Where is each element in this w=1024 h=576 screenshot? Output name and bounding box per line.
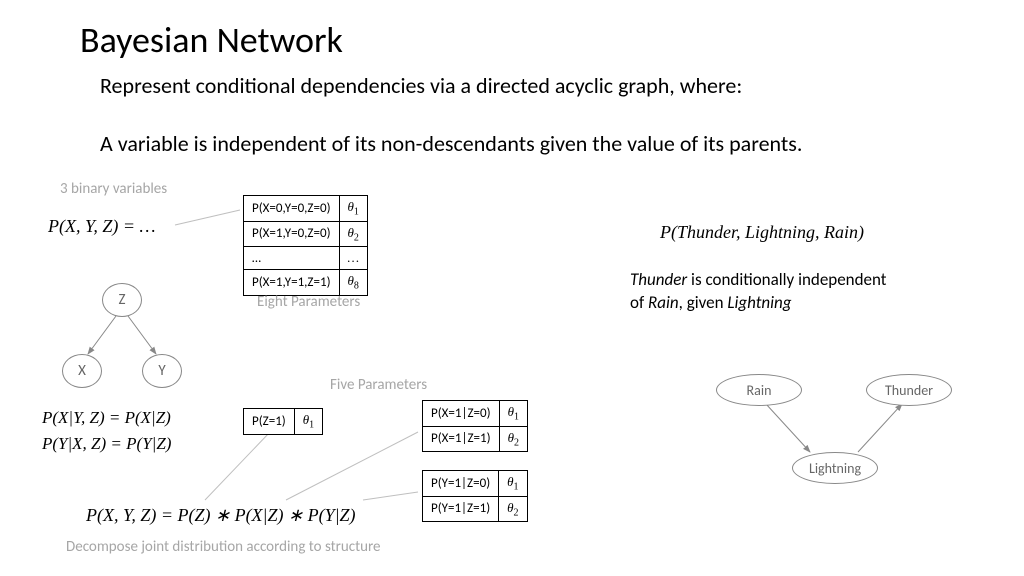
joint-theta: θ8 [339, 270, 368, 296]
word-thunder: Thunder [630, 269, 687, 290]
word-lightning: Lightning [727, 292, 791, 313]
formula-factorization: P(X, Y, Z) = P(Z) ∗ P(X|Z) ∗ P(Y|Z) [86, 505, 356, 526]
table-cpt-y: P(Y=1|Z=0)θ1 P(Y=1|Z=1)θ2 [422, 470, 528, 522]
node-lightning: Lightning [792, 452, 878, 484]
joint-cell: P(X=1,Y=0,Z=0) [244, 221, 340, 247]
node-z: Z [102, 283, 142, 317]
label-five-params: Five Parameters [330, 376, 427, 394]
formula-ci-yz: P(Y|X, Z) = P(Y|Z) [42, 434, 171, 454]
table-joint: P(X=0,Y=0,Z=0)θ1 P(X=1,Y=0,Z=0)θ2 …… P(X… [243, 195, 368, 296]
formula-ci-xz: P(X|Y, Z) = P(X|Z) [42, 408, 171, 428]
formula-joint: P(X, Y, Z) = … [48, 216, 156, 237]
cpt-cell: P(Y=1|Z=0) [423, 471, 499, 497]
subtitle-1: Represent conditional dependencies via a… [100, 72, 742, 99]
cpt-cell: P(Y=1|Z=1) [423, 496, 499, 522]
label-decompose: Decompose joint distribution according t… [66, 538, 381, 556]
node-y: Y [142, 354, 182, 388]
label-3-binary: 3 binary variables [60, 180, 167, 198]
joint-theta: … [339, 247, 368, 270]
joint-cell: … [244, 247, 340, 270]
label-eight-params: Eight Parameters [257, 293, 360, 311]
node-x: X [62, 354, 102, 388]
cpt-cell: P(X=1|Z=1) [423, 426, 500, 452]
text-fragment: is conditionally independent [687, 269, 886, 290]
text-conditional-independence: Thunder is conditionally independent of … [630, 269, 886, 315]
text-fragment: of [630, 292, 648, 313]
node-thunder: Thunder [866, 374, 952, 406]
subtitle-2: A variable is independent of its non-des… [100, 130, 802, 157]
cpt-theta: θ1 [294, 409, 322, 435]
cpt-theta: θ2 [499, 496, 527, 522]
table-cpt-z: P(Z=1)θ1 [243, 408, 323, 435]
cpt-theta: θ1 [499, 471, 527, 497]
word-rain: Rain [648, 292, 679, 313]
joint-cell: P(X=1,Y=1,Z=1) [244, 270, 340, 296]
text-fragment: , given [679, 292, 728, 313]
cpt-cell: P(Z=1) [244, 409, 295, 435]
joint-theta: θ1 [339, 196, 368, 222]
cpt-cell: P(X=1|Z=0) [423, 401, 500, 427]
cpt-theta: θ1 [499, 401, 527, 427]
formula-thunder-lightning-rain: P(Thunder, Lightning, Rain) [660, 222, 864, 243]
page-title: Bayesian Network [80, 18, 343, 62]
joint-theta: θ2 [339, 221, 368, 247]
cpt-theta: θ2 [499, 426, 527, 452]
joint-cell: P(X=0,Y=0,Z=0) [244, 196, 340, 222]
table-cpt-x: P(X=1|Z=0)θ1 P(X=1|Z=1)θ2 [422, 400, 528, 452]
node-rain: Rain [716, 374, 802, 406]
